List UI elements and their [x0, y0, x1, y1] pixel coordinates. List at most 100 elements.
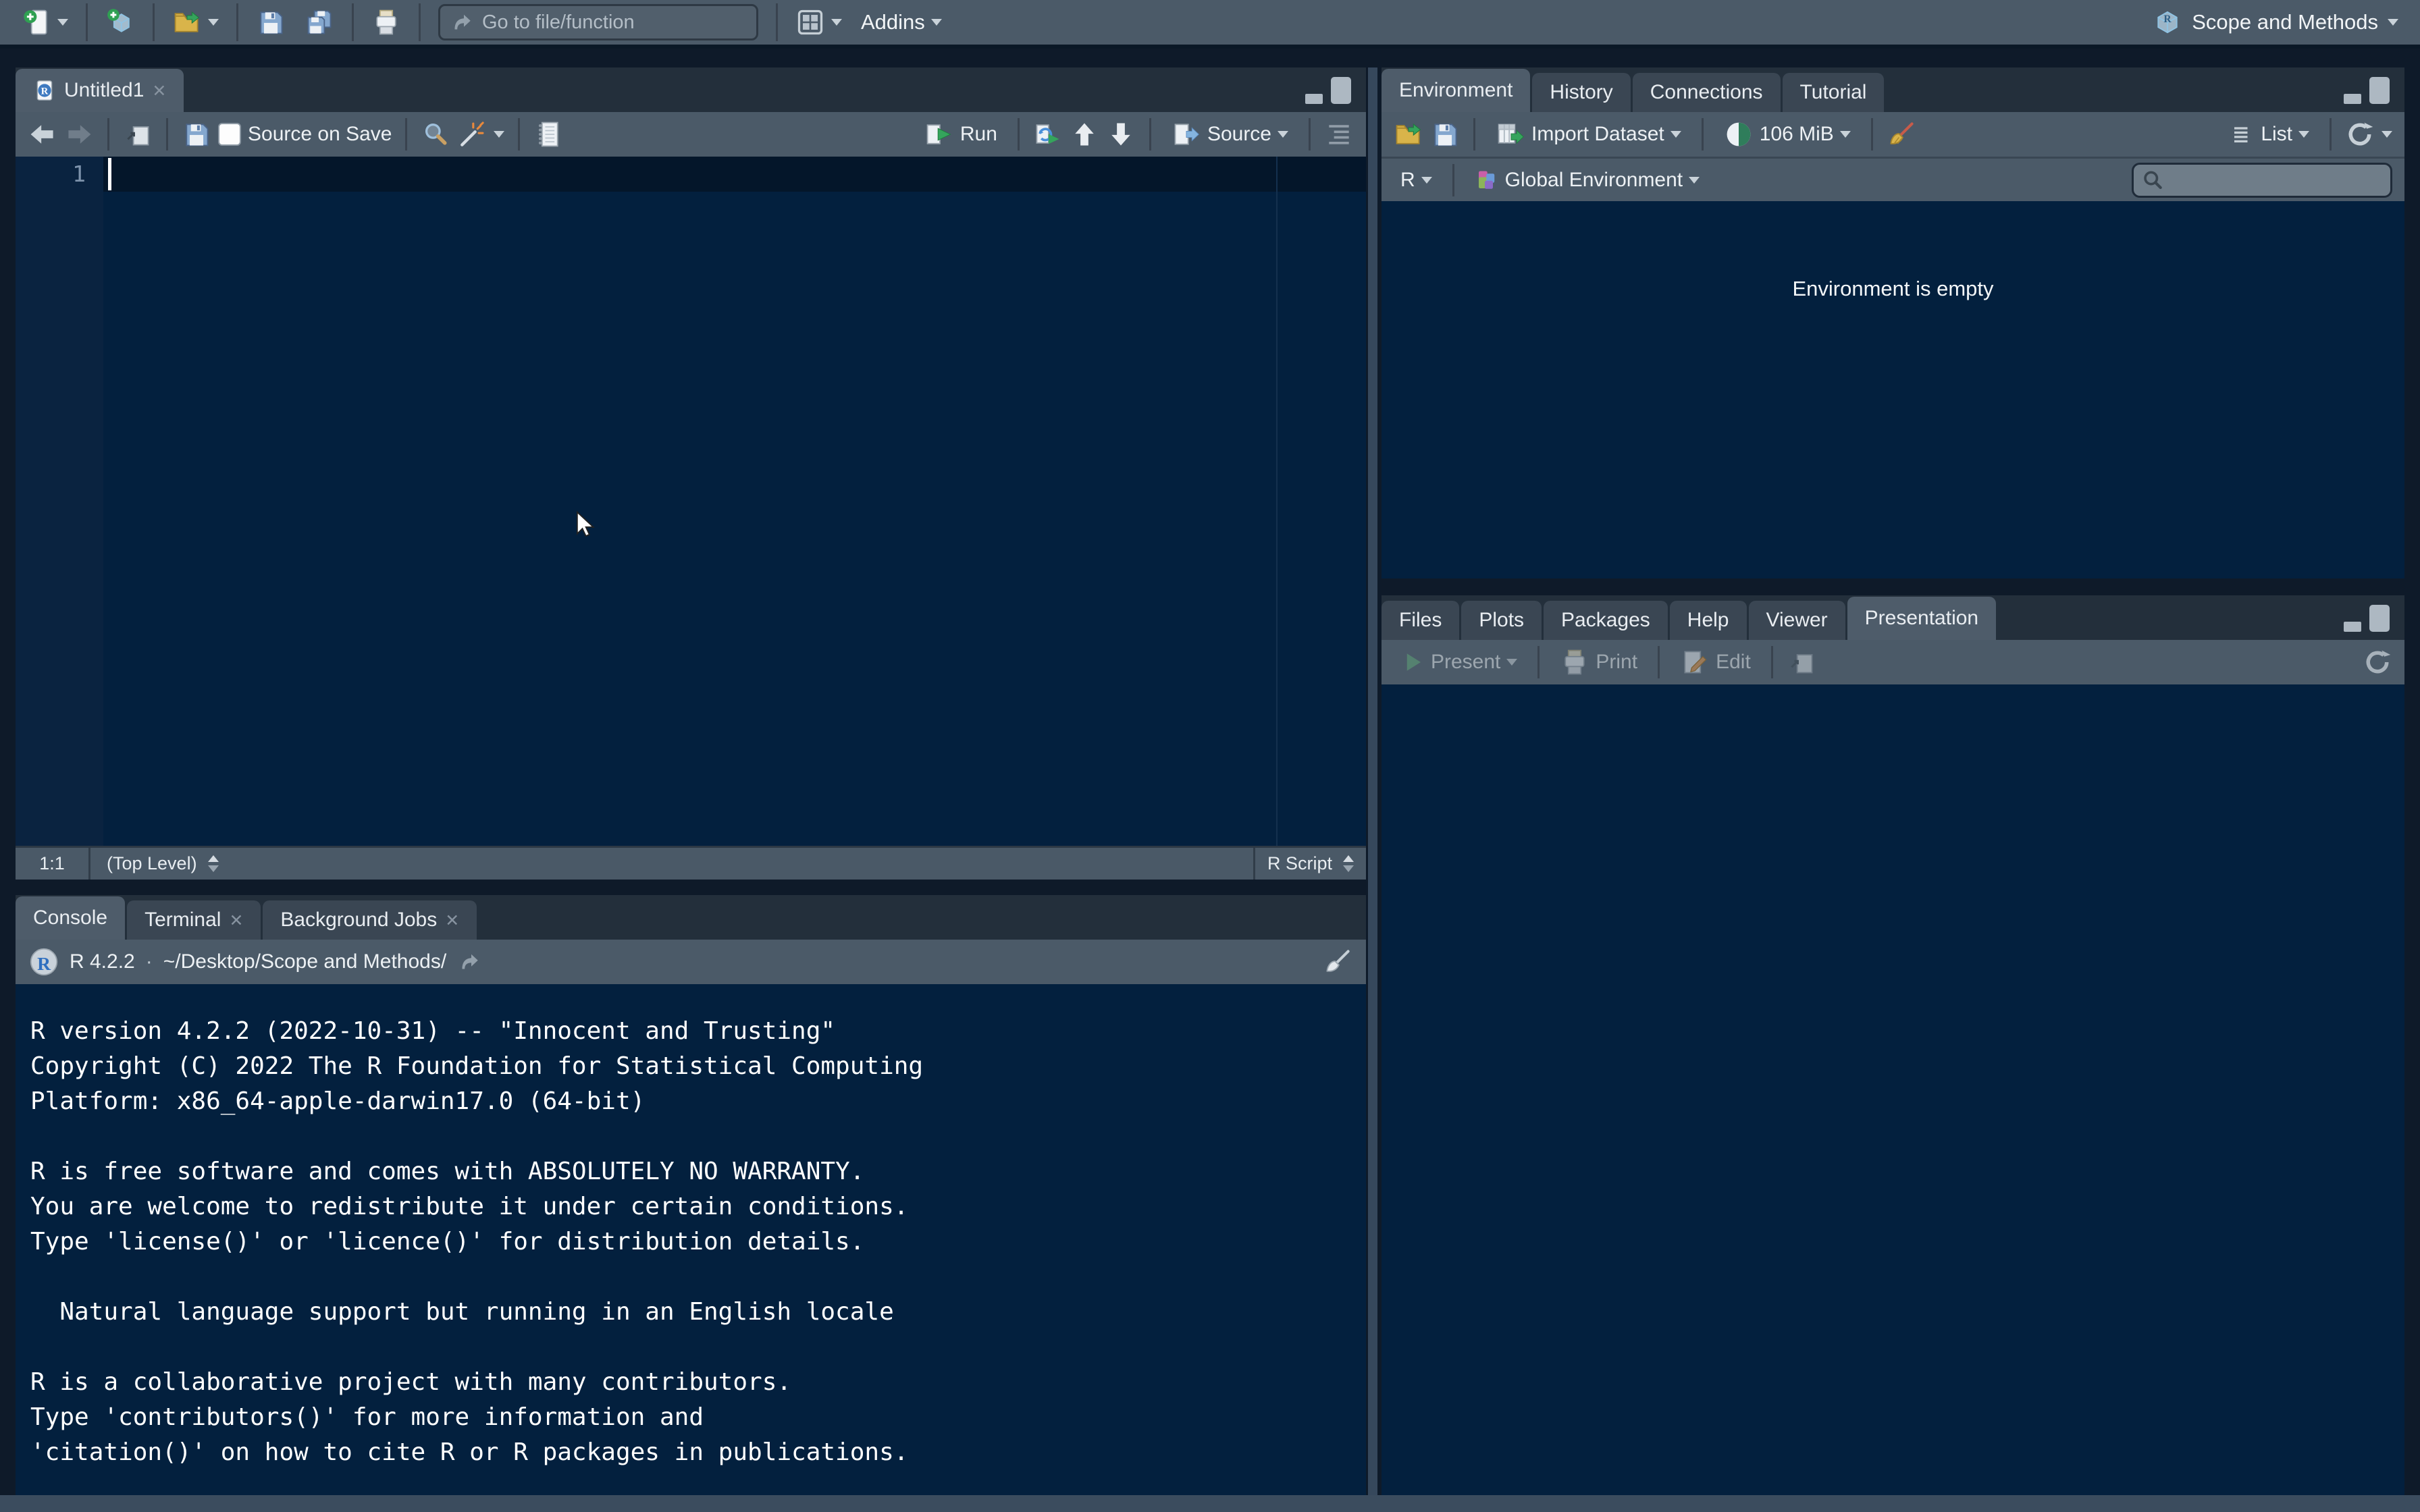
load-workspace-icon[interactable] [1394, 119, 1423, 149]
source-toolbar: Source on Save Run Source [16, 112, 1366, 157]
tab-connections[interactable]: Connections [1633, 73, 1781, 112]
scope-selector[interactable]: (Top Level) [90, 853, 219, 874]
close-icon[interactable] [445, 909, 459, 932]
tab-files[interactable]: Files [1382, 601, 1459, 640]
refresh-icon[interactable] [2345, 119, 2375, 149]
environment-search-box[interactable] [2132, 163, 2392, 198]
chevron-down-icon[interactable] [208, 19, 219, 26]
tab-label: Files [1399, 609, 1442, 632]
chevron-down-icon[interactable] [2382, 131, 2392, 138]
change-directory-icon[interactable] [457, 950, 481, 974]
run-icon [924, 119, 954, 149]
open-file-icon [172, 7, 202, 37]
toolbar-separator [405, 118, 407, 151]
goto-file-function-box[interactable] [438, 4, 758, 40]
console-output-line: Copyright (C) 2022 The R Foundation for … [30, 1049, 1366, 1084]
minimize-icon[interactable] [2344, 622, 2361, 632]
tab-background-jobs[interactable]: Background Jobs [263, 900, 477, 940]
vertical-splitter[interactable] [1368, 68, 1377, 1495]
console-output[interactable]: R version 4.2.2 (2022-10-31) -- "Innocen… [16, 984, 1366, 1495]
outline-icon[interactable] [1324, 119, 1354, 149]
file-type-selector[interactable]: R Script [1253, 848, 1366, 880]
tab-packages[interactable]: Packages [1544, 601, 1668, 640]
close-icon[interactable] [152, 79, 166, 102]
save-workspace-icon[interactable] [1430, 119, 1460, 149]
tab-tutorial[interactable]: Tutorial [1783, 73, 1885, 112]
tab-terminal[interactable]: Terminal [127, 900, 261, 940]
maximize-icon[interactable] [2369, 77, 2390, 104]
environment-empty-message: Environment is empty [1382, 277, 2404, 301]
code-editor[interactable]: 1 [16, 157, 1366, 846]
edit-presentation-button[interactable]: Edit [1673, 641, 1758, 684]
save-all-button[interactable] [298, 1, 341, 44]
present-button[interactable]: Present [1394, 641, 1524, 684]
source-icon [1172, 119, 1201, 149]
tab-help[interactable]: Help [1670, 601, 1747, 640]
tab-viewer[interactable]: Viewer [1749, 601, 1845, 640]
new-project-button[interactable] [99, 1, 142, 44]
chevron-down-icon[interactable] [1278, 131, 1288, 138]
compile-report-icon[interactable] [533, 119, 563, 149]
chevron-down-icon[interactable] [831, 19, 842, 26]
goto-file-function-input[interactable] [481, 11, 747, 34]
environment-scope-selector[interactable]: Global Environment [1468, 159, 1706, 202]
popout-icon[interactable] [123, 119, 153, 149]
toolbar-separator [1452, 164, 1454, 196]
project-selector[interactable]: Scope and Methods [2146, 1, 2405, 44]
toolbar-separator [2330, 118, 2332, 151]
addins-button[interactable]: Addins [854, 1, 949, 44]
minimize-icon[interactable] [1305, 94, 1323, 104]
import-dataset-button[interactable]: Import Dataset [1489, 113, 1688, 156]
tab-plots[interactable]: Plots [1461, 601, 1542, 640]
console-tabbar: Console Terminal Background Jobs [16, 895, 1366, 940]
up-icon[interactable] [1070, 119, 1099, 149]
tab-presentation[interactable]: Presentation [1847, 597, 1996, 640]
rerun-icon[interactable] [1033, 119, 1063, 149]
separator-dot: · [146, 950, 153, 973]
down-icon[interactable] [1106, 119, 1136, 149]
print-presentation-button[interactable]: Print [1553, 641, 1644, 684]
print-margin-line [1276, 157, 1278, 846]
forward-icon[interactable] [64, 119, 94, 149]
tab-label: Environment [1399, 79, 1512, 102]
pane-window-controls [2344, 77, 2404, 112]
source-on-save-checkbox[interactable] [218, 123, 241, 146]
environment-search-input[interactable] [2169, 169, 2384, 191]
close-icon[interactable] [229, 909, 243, 932]
tab-history[interactable]: History [1532, 73, 1630, 112]
maximize-icon[interactable] [2369, 605, 2390, 632]
chevron-down-icon[interactable] [494, 131, 504, 138]
maximize-icon[interactable] [1331, 77, 1351, 104]
tab-label: Console [33, 907, 107, 929]
view-mode-button[interactable]: List [2224, 113, 2316, 156]
refresh-icon[interactable] [2363, 647, 2392, 677]
code-tools-icon[interactable] [457, 119, 487, 149]
print-button[interactable] [365, 1, 408, 44]
chevron-down-icon[interactable] [57, 19, 68, 26]
save-button[interactable] [249, 1, 292, 44]
save-icon[interactable] [182, 119, 211, 149]
clear-objects-icon[interactable] [1887, 119, 1916, 149]
find-icon[interactable] [421, 119, 450, 149]
save-icon [256, 7, 286, 37]
language-selector[interactable]: R [1394, 159, 1439, 202]
memory-usage-button[interactable]: 106 MiB [1717, 113, 1858, 156]
new-file-button[interactable] [15, 1, 75, 44]
source-button[interactable]: Source [1165, 113, 1295, 156]
tab-console[interactable]: Console [16, 896, 125, 940]
clear-console-icon[interactable] [1323, 947, 1352, 977]
chevron-down-icon [1671, 131, 1681, 138]
pane-layout-button[interactable] [789, 1, 849, 44]
run-button[interactable]: Run [918, 113, 1004, 156]
popout-icon[interactable] [1787, 647, 1816, 677]
tab-environment[interactable]: Environment [1382, 69, 1530, 112]
minimize-icon[interactable] [2344, 94, 2361, 104]
open-file-button[interactable] [165, 1, 226, 44]
file-type-label: R Script [1267, 853, 1332, 874]
tab-untitled1[interactable]: Untitled1 [16, 69, 184, 112]
cursor-position-label: 1:1 [39, 853, 65, 874]
back-icon[interactable] [28, 119, 57, 149]
tab-label: Packages [1561, 609, 1650, 632]
tab-label: Plots [1479, 609, 1524, 632]
window-bottom-strip [0, 1495, 2420, 1512]
